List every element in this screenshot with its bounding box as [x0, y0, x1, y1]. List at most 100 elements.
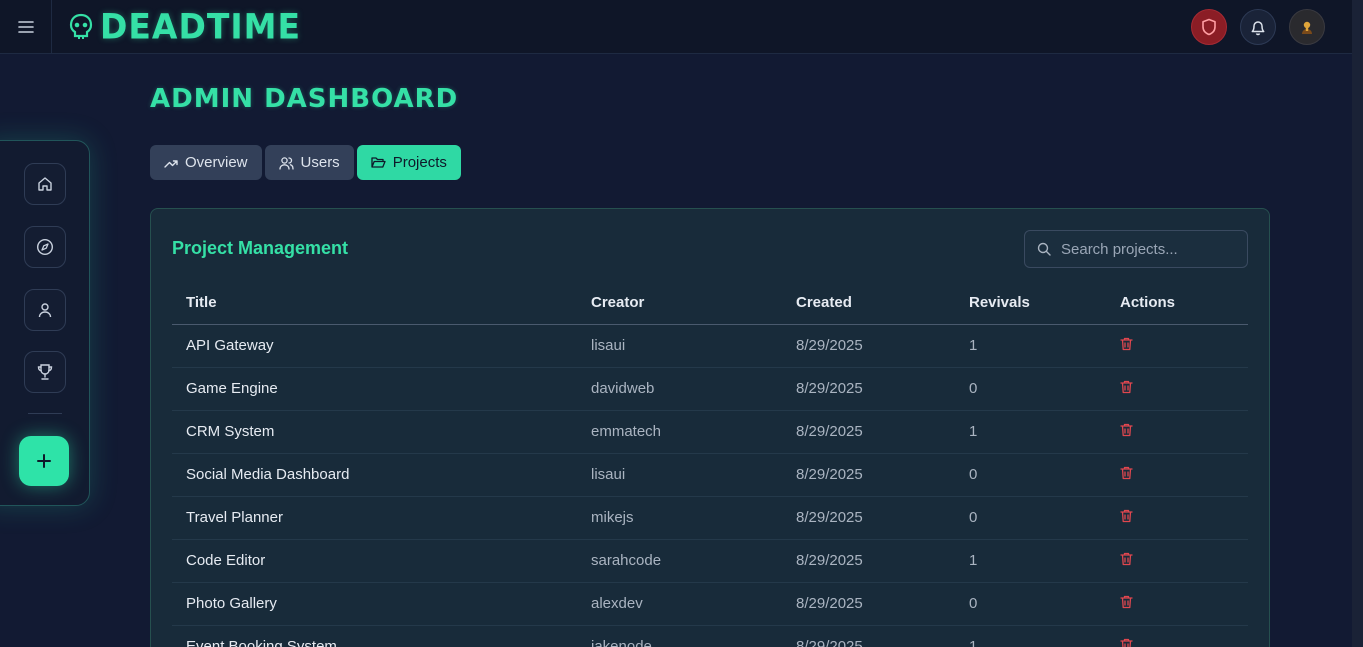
project-title[interactable]: API Gateway	[172, 324, 577, 368]
skull-icon	[69, 13, 93, 39]
project-title[interactable]: Event Booking System	[172, 625, 577, 647]
project-title[interactable]: Code Editor	[172, 539, 577, 583]
plus-icon	[37, 454, 51, 468]
table-row[interactable]: Event Booking System jakenode 8/29/2025 1	[172, 625, 1248, 647]
table-row[interactable]: Travel Planner mikejs 8/29/2025 0	[172, 496, 1248, 540]
search-box[interactable]	[1024, 230, 1248, 268]
delete-project-button[interactable]	[1120, 380, 1133, 394]
search-icon	[1037, 242, 1051, 256]
notifications-button[interactable]	[1240, 9, 1276, 45]
sidebar-item-explore[interactable]	[24, 226, 66, 268]
project-actions	[1106, 410, 1248, 454]
tab-overview[interactable]: Overview	[150, 145, 262, 180]
trash-icon	[1120, 466, 1133, 479]
page-title: Admin Dashboard	[150, 84, 459, 114]
project-creator: lisaui	[577, 453, 782, 497]
project-created: 8/29/2025	[782, 410, 955, 454]
delete-project-button[interactable]	[1120, 509, 1133, 523]
project-actions	[1106, 625, 1248, 647]
trash-icon	[1120, 337, 1133, 350]
delete-project-button[interactable]	[1120, 638, 1133, 647]
tab-label: Users	[300, 154, 340, 171]
column-header-revivals[interactable]: Revivals	[955, 281, 1106, 325]
delete-project-button[interactable]	[1120, 337, 1133, 351]
create-project-button[interactable]	[19, 436, 69, 486]
table-row[interactable]: Game Engine davidweb 8/29/2025 0	[172, 367, 1248, 411]
project-creator: lisaui	[577, 324, 782, 368]
project-revivals: 0	[955, 496, 1106, 540]
project-revivals: 1	[955, 324, 1106, 368]
project-actions	[1106, 324, 1248, 368]
project-title[interactable]: Game Engine	[172, 367, 577, 411]
delete-project-button[interactable]	[1120, 466, 1133, 480]
sidebar-item-leaderboard[interactable]	[24, 351, 66, 393]
project-title[interactable]: Photo Gallery	[172, 582, 577, 626]
project-actions	[1106, 496, 1248, 540]
project-revivals: 0	[955, 367, 1106, 411]
project-revivals: 1	[955, 410, 1106, 454]
column-header-creator[interactable]: Creator	[577, 281, 782, 325]
sidebar-item-home[interactable]	[24, 163, 66, 205]
project-creator: mikejs	[577, 496, 782, 540]
project-creator: jakenode	[577, 625, 782, 647]
bell-icon	[1251, 20, 1265, 35]
delete-project-button[interactable]	[1120, 595, 1133, 609]
brand-name: DEADTIME	[100, 6, 302, 47]
menu-button[interactable]	[0, 0, 52, 54]
page-scrollbar[interactable]	[1352, 0, 1363, 647]
project-actions	[1106, 582, 1248, 626]
table-row[interactable]: API Gateway lisaui 8/29/2025 1	[172, 324, 1248, 368]
project-title[interactable]: CRM System	[172, 410, 577, 454]
project-creator: davidweb	[577, 367, 782, 411]
project-management-card: Project Management Title Creator Created…	[150, 208, 1270, 647]
admin-tabs: Overview Users Projects	[150, 145, 461, 180]
column-header-actions: Actions	[1106, 281, 1248, 325]
column-header-created[interactable]: Created	[782, 281, 955, 325]
project-revivals: 0	[955, 453, 1106, 497]
table-row[interactable]: Social Media Dashboard lisaui 8/29/2025 0	[172, 453, 1248, 497]
delete-project-button[interactable]	[1120, 423, 1133, 437]
trash-icon	[1120, 638, 1133, 647]
shield-icon	[1202, 18, 1216, 36]
table-row[interactable]: CRM System emmatech 8/29/2025 1	[172, 410, 1248, 454]
trash-icon	[1120, 595, 1133, 608]
trash-icon	[1120, 380, 1133, 393]
table-header-row: Title Creator Created Revivals Actions	[172, 281, 1248, 325]
trending-up-icon	[164, 159, 178, 168]
project-created: 8/29/2025	[782, 496, 955, 540]
search-input[interactable]	[1061, 240, 1231, 258]
brand-logo[interactable]: DEADTIME	[68, 6, 302, 47]
project-revivals: 1	[955, 625, 1106, 647]
home-icon	[38, 177, 52, 191]
user-icon	[38, 303, 52, 318]
project-title[interactable]: Social Media Dashboard	[172, 453, 577, 497]
table-row[interactable]: Code Editor sarahcode 8/29/2025 1	[172, 539, 1248, 583]
delete-project-button[interactable]	[1120, 552, 1133, 566]
project-revivals: 1	[955, 539, 1106, 583]
compass-icon	[36, 238, 54, 256]
tab-users[interactable]: Users	[264, 145, 354, 180]
project-actions	[1106, 453, 1248, 497]
trash-icon	[1120, 423, 1133, 436]
project-creator: emmatech	[577, 410, 782, 454]
project-created: 8/29/2025	[782, 324, 955, 368]
trash-icon	[1120, 552, 1133, 565]
rail-divider	[28, 413, 62, 414]
top-bar: DEADTIME	[0, 0, 1352, 54]
project-revivals: 0	[955, 582, 1106, 626]
tab-projects[interactable]: Projects	[356, 145, 461, 180]
card-title: Project Management	[172, 238, 349, 258]
admin-shield-button[interactable]	[1191, 9, 1227, 45]
user-avatar[interactable]	[1289, 9, 1325, 45]
side-rail	[0, 140, 90, 506]
column-header-title[interactable]: Title	[172, 281, 577, 325]
trophy-icon	[37, 364, 53, 380]
project-title[interactable]: Travel Planner	[172, 496, 577, 540]
project-actions	[1106, 539, 1248, 583]
projects-table: Title Creator Created Revivals Actions A…	[172, 281, 1248, 647]
project-created: 8/29/2025	[782, 582, 955, 626]
project-created: 8/29/2025	[782, 539, 955, 583]
sidebar-item-profile[interactable]	[24, 289, 66, 331]
table-row[interactable]: Photo Gallery alexdev 8/29/2025 0	[172, 582, 1248, 626]
project-creator: sarahcode	[577, 539, 782, 583]
